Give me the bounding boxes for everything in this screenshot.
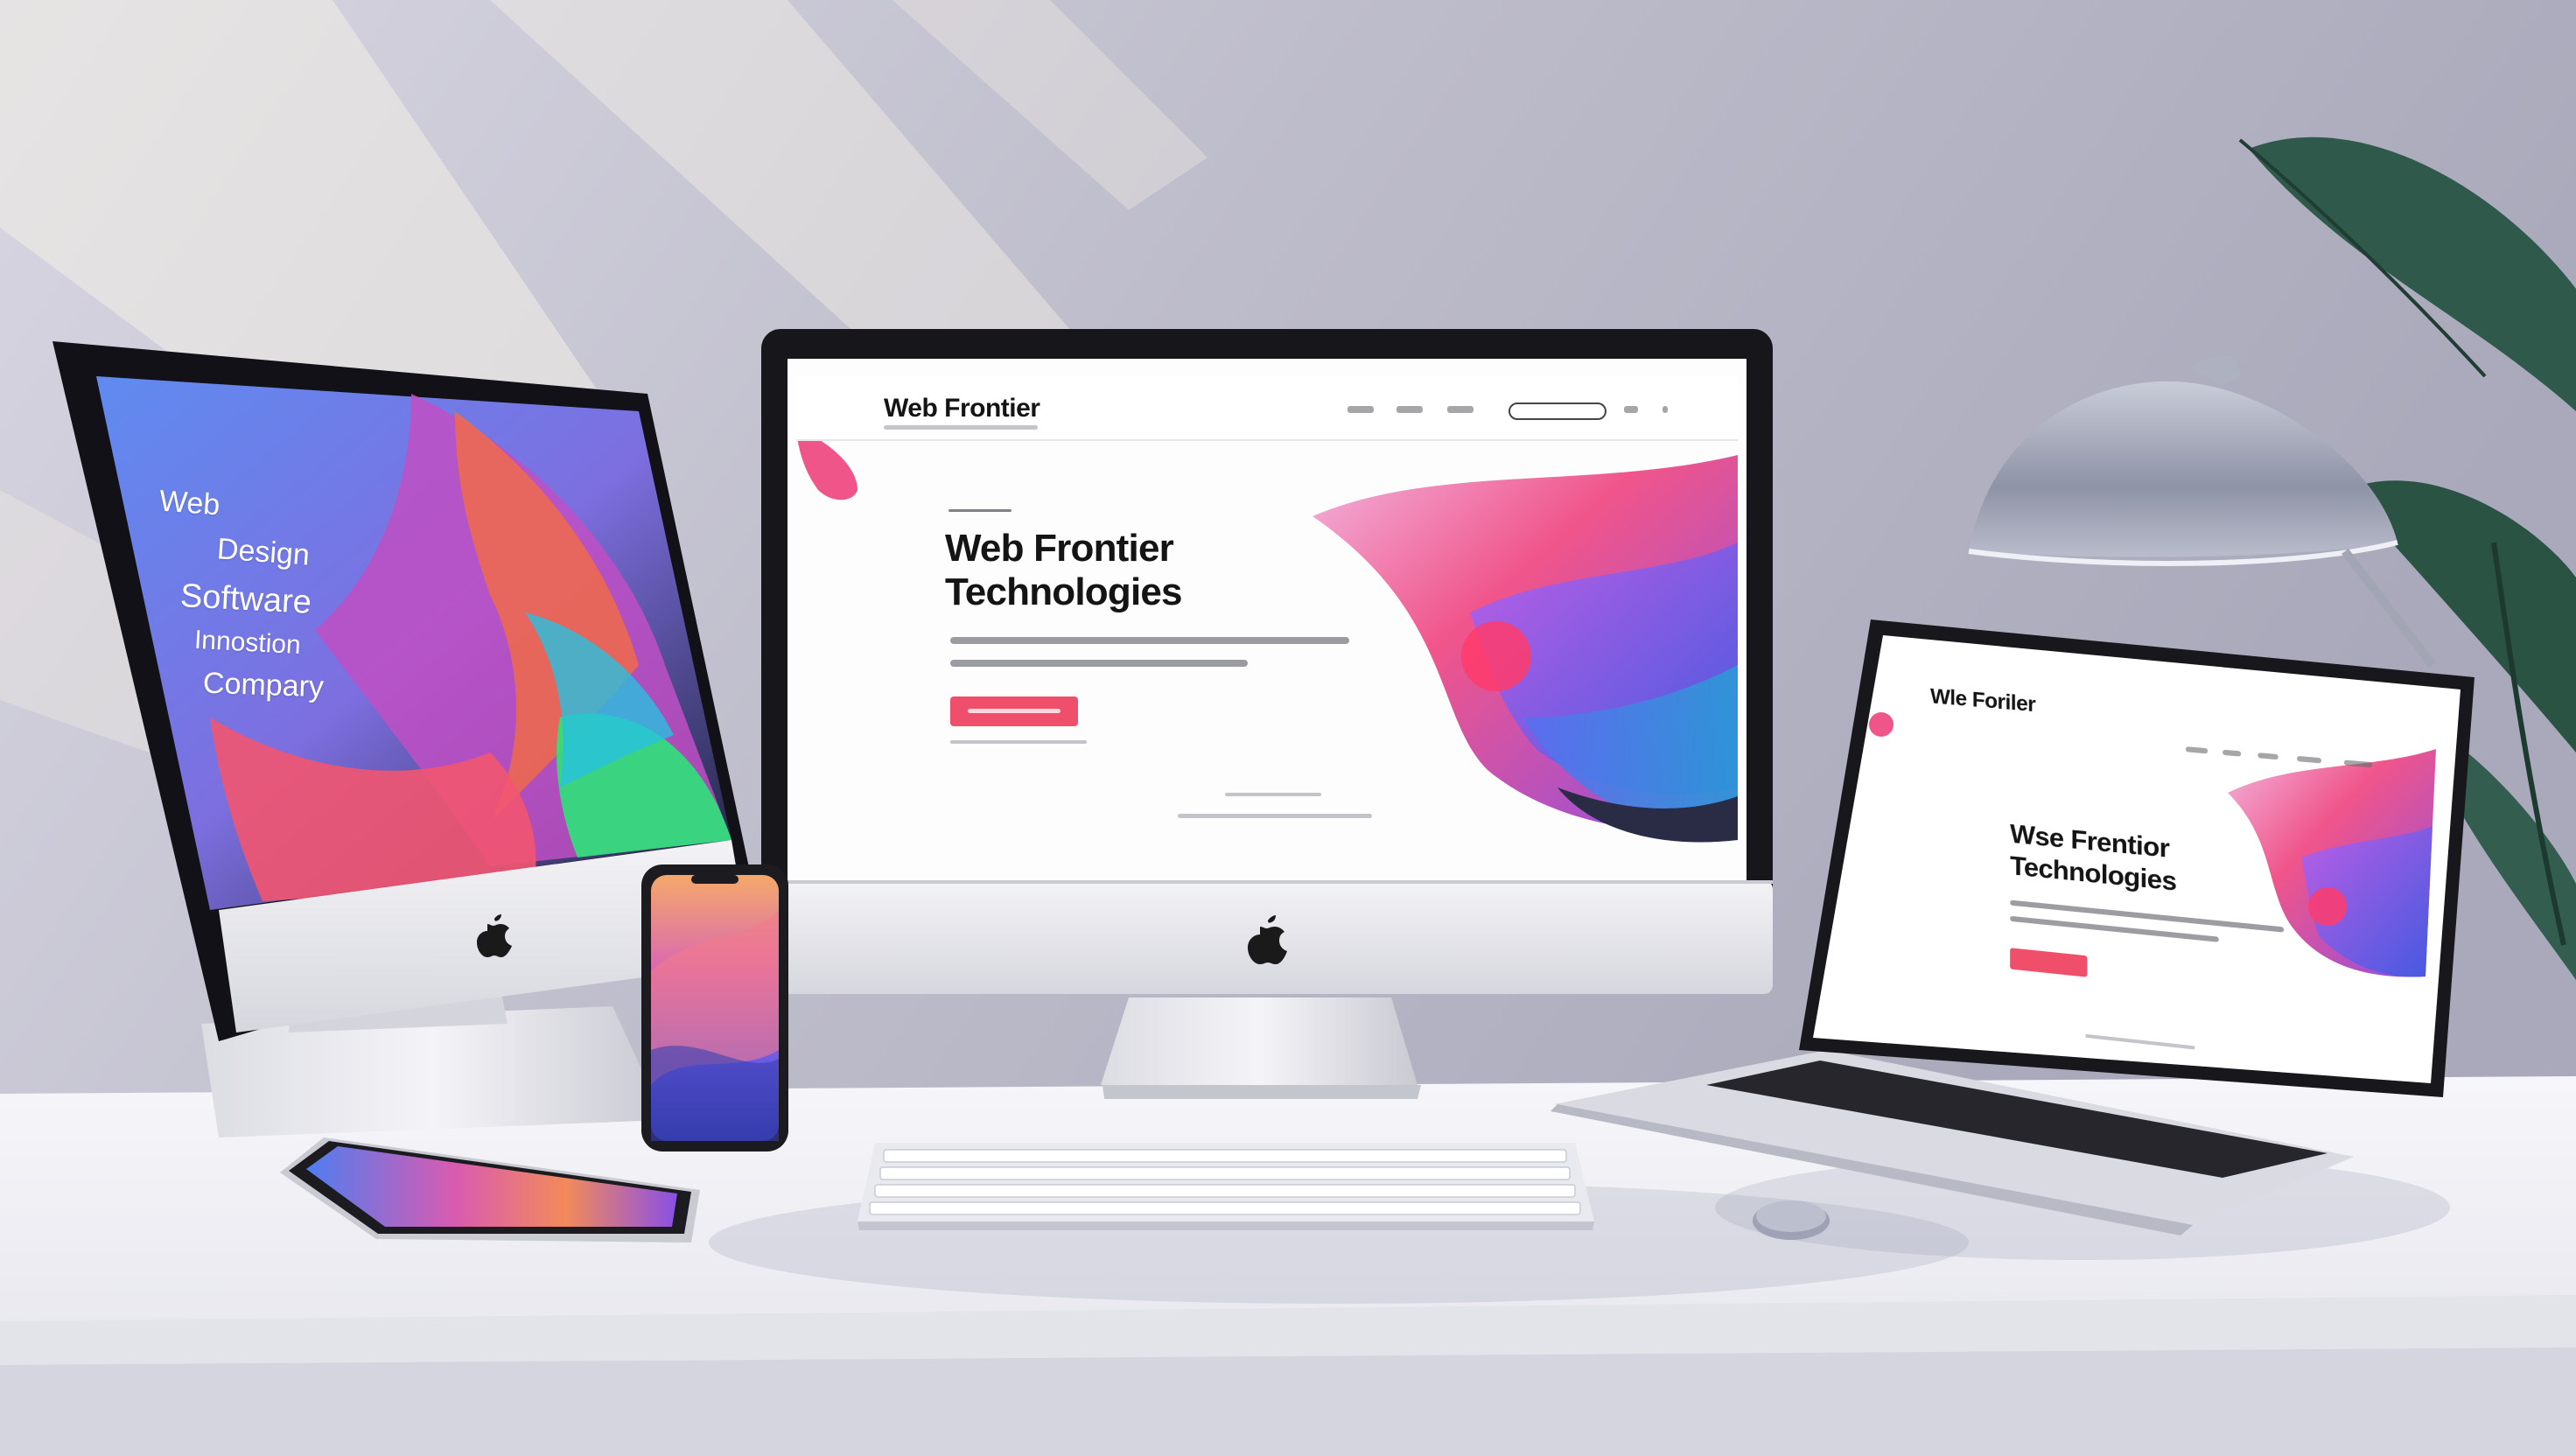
left-word-1: Web <box>158 484 221 522</box>
laptop-nav-1[interactable] <box>2185 746 2208 754</box>
left-word-3: Software <box>179 578 312 621</box>
site-logo[interactable]: Web Frontier <box>884 394 1040 424</box>
hero-cta-button[interactable] <box>950 696 1078 726</box>
left-word-2: Design <box>215 532 312 572</box>
laptop-nav-4[interactable] <box>2297 755 2321 764</box>
desk-scene: Web Design Software Innostion Compary We… <box>0 0 2576 1456</box>
smartphone <box>641 864 788 1152</box>
left-word-5: Compary <box>202 666 325 704</box>
laptop-nav-5[interactable] <box>2343 760 2373 768</box>
nav-link-5[interactable] <box>1662 406 1668 413</box>
hero-headline-line-1: Web Frontier <box>945 527 1174 570</box>
hero-body-line-1 <box>950 637 1349 644</box>
cta-label <box>968 709 1060 713</box>
hero-rule <box>948 509 1012 512</box>
footer-line-2 <box>1178 814 1372 818</box>
nav-link-3[interactable] <box>1447 406 1474 413</box>
nav-link-1[interactable] <box>1348 406 1374 413</box>
logo-tagline <box>884 425 1038 430</box>
nav-link-2[interactable] <box>1396 406 1423 413</box>
hero-headline-line-2: Technologies <box>945 570 1183 613</box>
keyboard <box>858 1143 1594 1230</box>
center-monitor-screen: Web Frontier Web Frontier Technologies <box>796 376 1738 878</box>
laptop-screen: Wle Foriler Wse Frentior Technologies <box>1864 656 2487 1093</box>
footer-line-1 <box>1225 793 1321 796</box>
laptop-nav-2[interactable] <box>2222 749 2242 757</box>
laptop-cta-button[interactable] <box>2010 948 2088 977</box>
search-input[interactable] <box>1508 402 1606 420</box>
laptop-body-line-1 <box>2010 900 2285 933</box>
hero-body-line-2 <box>950 660 1248 667</box>
hero-small-links <box>950 740 1087 744</box>
laptop-footer-line <box>2085 1033 2195 1050</box>
left-word-4: Innostion <box>193 625 302 661</box>
nav-link-4[interactable] <box>1624 406 1638 413</box>
hero-headline: Web Frontier Technologies <box>945 527 1183 614</box>
laptop-site-logo[interactable]: Wle Foriler <box>1930 684 2035 718</box>
laptop-hero-headline: Wse Frentior Technologies <box>2010 818 2176 898</box>
laptop-nav-3[interactable] <box>2258 752 2278 760</box>
